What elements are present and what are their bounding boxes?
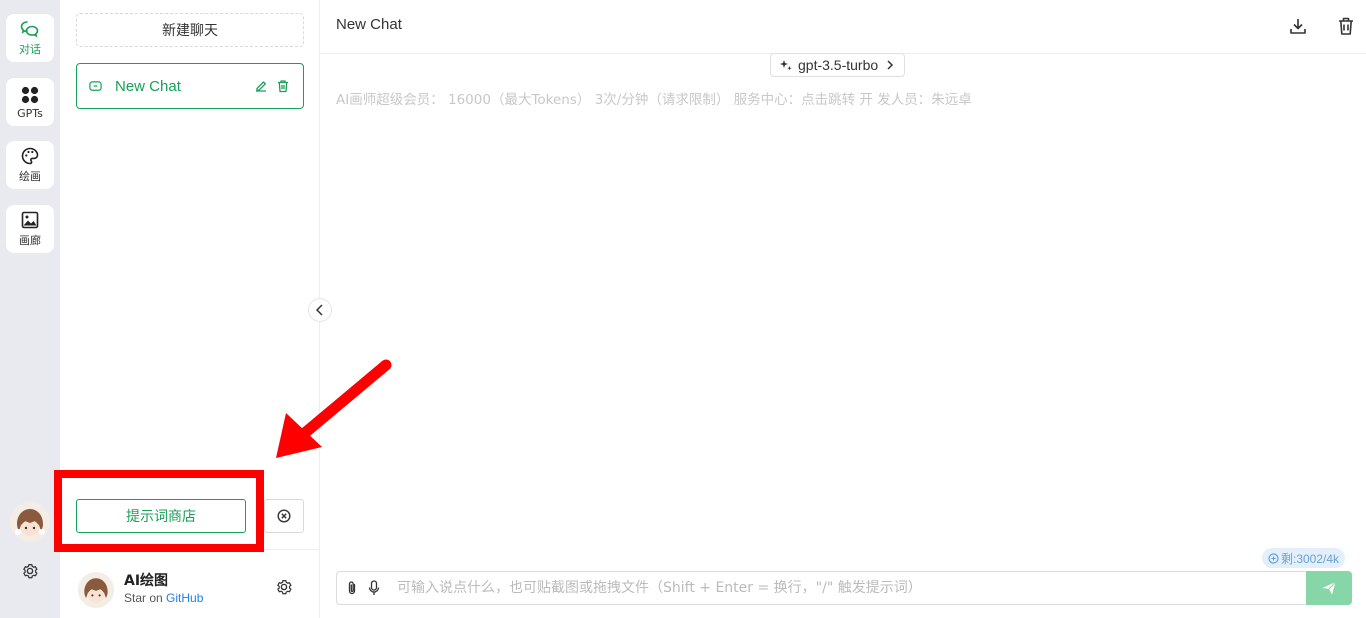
app-avatar <box>78 572 114 608</box>
chevron-left-icon <box>315 304 325 316</box>
star-on-label: Star on <box>124 591 163 605</box>
sparkle-icon <box>779 58 793 72</box>
chat-input-bar <box>336 571 1352 605</box>
github-link[interactable]: GitHub <box>166 591 203 605</box>
rail-item-chat[interactable]: 对话 <box>6 14 54 62</box>
settings-gear-icon[interactable] <box>273 576 295 598</box>
chat-message-input[interactable] <box>397 580 1306 596</box>
send-button[interactable] <box>1306 571 1352 605</box>
rail-item-label: 对话 <box>19 43 41 56</box>
user-avatar[interactable] <box>10 502 50 542</box>
grid-dots-icon <box>20 85 40 105</box>
edit-icon[interactable] <box>253 78 269 94</box>
model-name: gpt-3.5-turbo <box>798 57 879 73</box>
palette-icon <box>20 146 40 166</box>
left-rail: 对话 GPTs 绘画 画廊 <box>0 0 60 618</box>
send-icon <box>1322 581 1336 595</box>
rail-item-label: GPTs <box>17 106 43 120</box>
rail-item-gpts[interactable]: GPTs <box>6 78 54 126</box>
delete-icon[interactable] <box>275 78 291 94</box>
collapse-sidebar-button[interactable] <box>308 298 332 322</box>
image-icon <box>20 210 40 230</box>
rail-item-gallery[interactable]: 画廊 <box>6 205 54 253</box>
chevron-right-icon <box>886 60 896 70</box>
coins-icon <box>1268 552 1279 564</box>
app-name: AI绘图 <box>124 573 169 589</box>
clear-button[interactable] <box>264 499 304 533</box>
new-chat-button[interactable]: 新建聊天 <box>76 13 304 47</box>
rail-item-label: 绘画 <box>19 170 41 183</box>
membership-notice: AI画师超级会员： 16000（最大Tokens） 3次/分钟（请求限制） 服务… <box>336 92 972 108</box>
close-circle-icon <box>277 509 291 523</box>
download-icon[interactable] <box>1286 14 1310 38</box>
sidebar-footer: AI绘图 Star on GitHub <box>60 549 320 618</box>
rail-item-draw[interactable]: 绘画 <box>6 141 54 189</box>
chat-main: New Chat gpt-3.5-turbo AI画师超级会员： 16000（最… <box>320 0 1366 618</box>
token-remaining-text: 剩:3002/4k <box>1281 551 1340 566</box>
page-title: New Chat <box>336 16 402 33</box>
rail-item-label: 画廊 <box>19 234 41 247</box>
settings-gear-icon[interactable] <box>19 560 41 582</box>
github-star-text: Star on GitHub <box>124 591 203 605</box>
chat-header: New Chat <box>320 0 1366 54</box>
paperclip-icon[interactable] <box>343 579 361 597</box>
model-selector[interactable]: gpt-3.5-turbo <box>770 53 906 77</box>
annotation-highlight-box <box>54 470 264 552</box>
token-remaining-badge: 剩:3002/4k <box>1262 548 1346 568</box>
chat-list-item[interactable]: New Chat <box>76 63 304 109</box>
chat-item-title: New Chat <box>115 77 181 95</box>
microphone-icon[interactable] <box>365 579 383 597</box>
chat-bubbles-icon <box>20 19 40 39</box>
message-icon <box>89 79 103 93</box>
trash-icon[interactable] <box>1334 14 1358 38</box>
